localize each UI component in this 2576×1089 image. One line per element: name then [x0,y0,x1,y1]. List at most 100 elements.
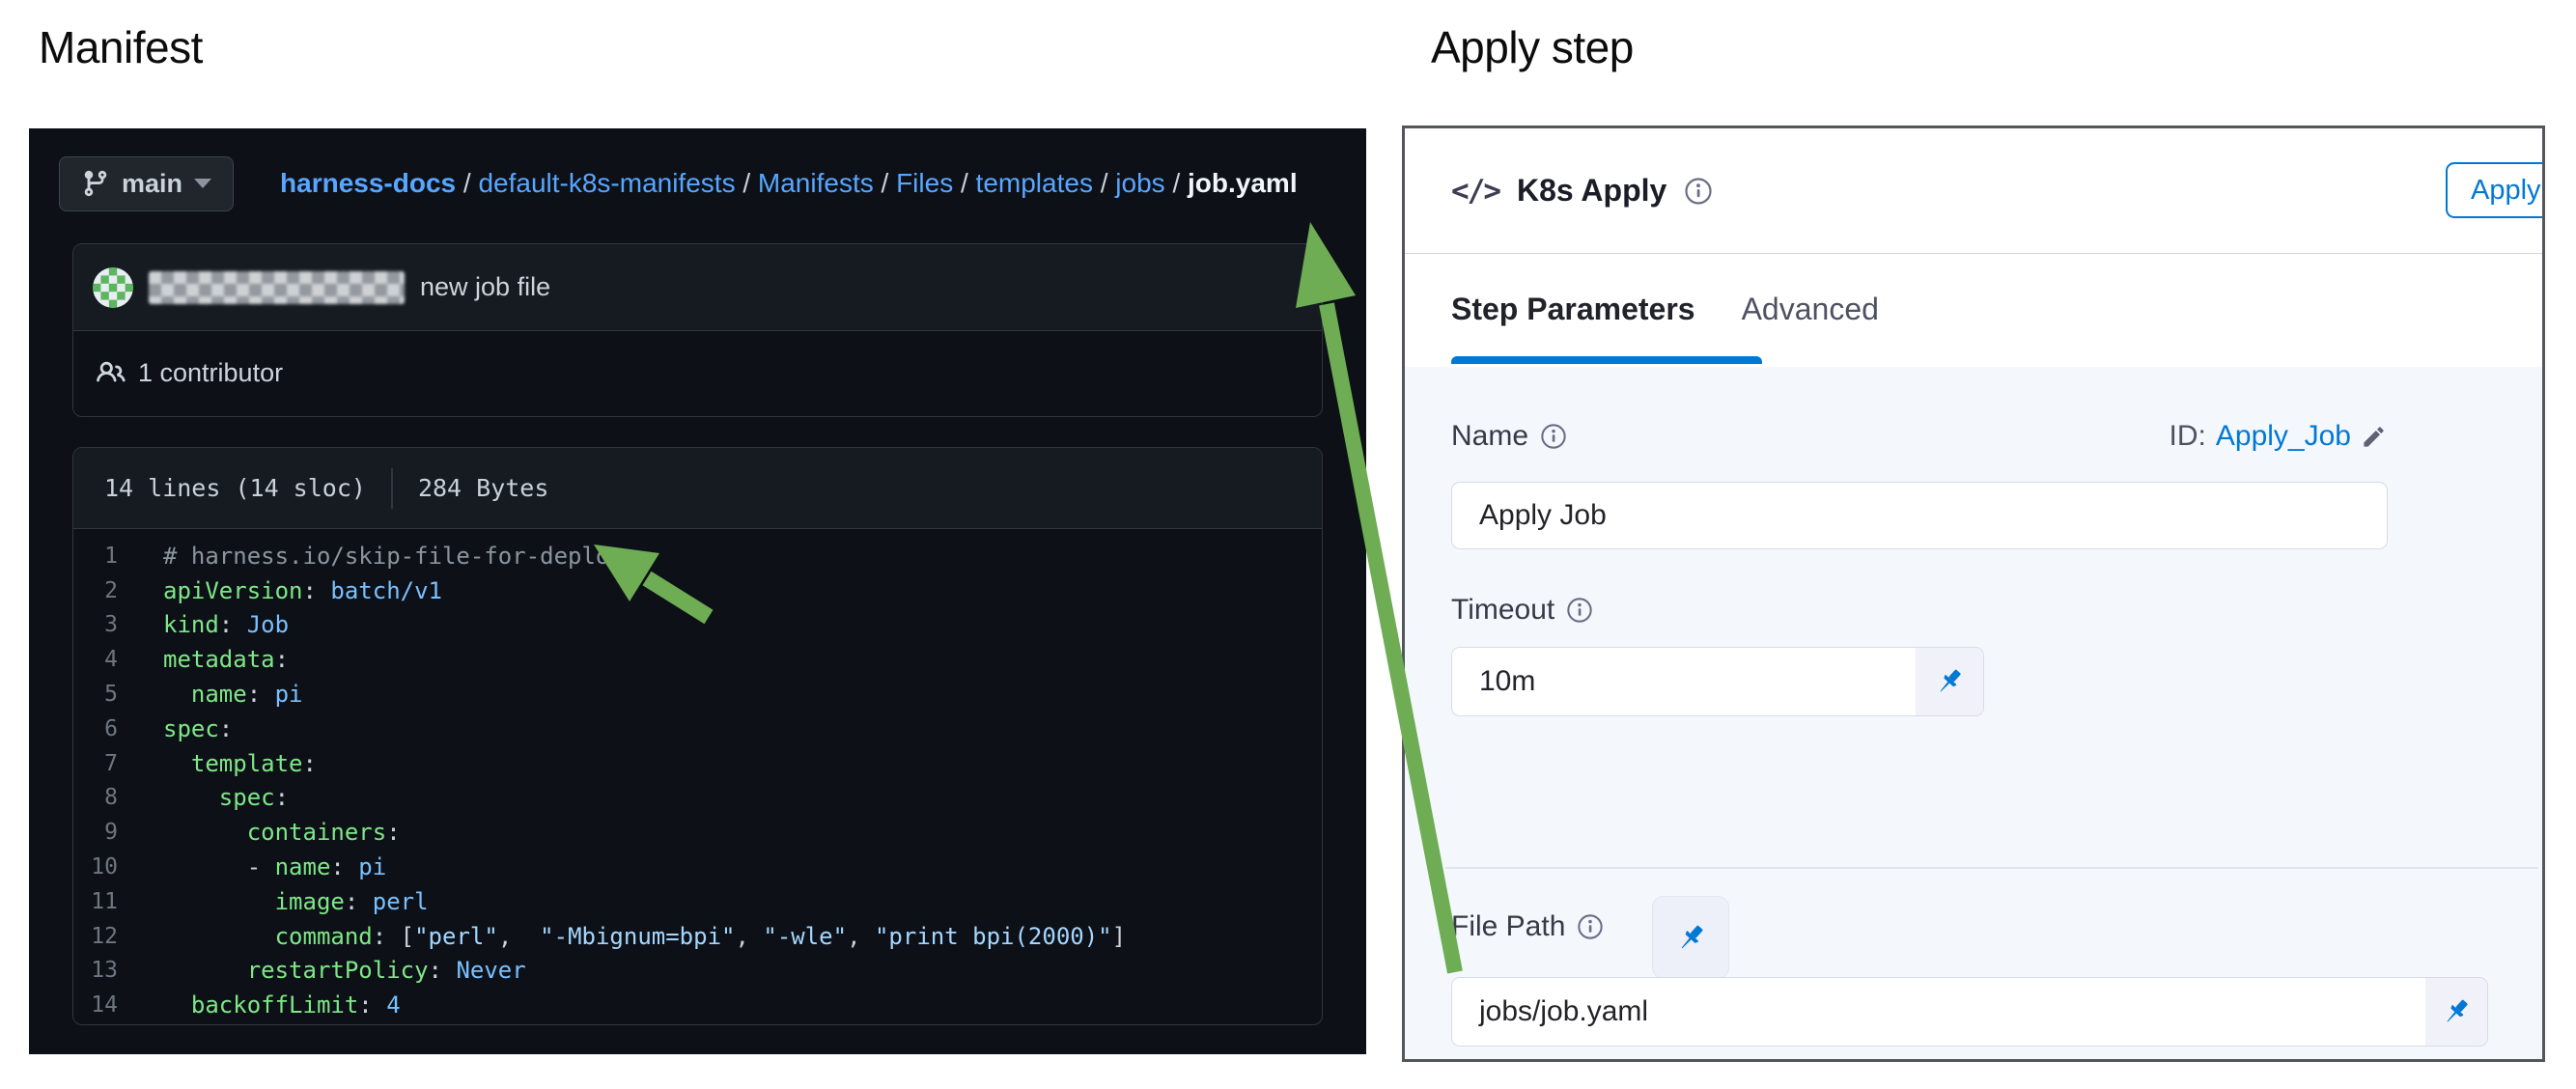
git-branch-icon [81,169,110,198]
branch-selector-button[interactable]: main [59,156,234,211]
timeout-input-group: 10m [1451,647,1984,716]
commit-message[interactable]: new job file [420,272,550,302]
code-line-text: containers: [163,819,401,846]
file-path-input[interactable]: jobs/job.yaml [1452,978,2425,1046]
breadcrumb-link[interactable]: harness-docs [280,168,456,198]
file-size-info: 284 Bytes [418,474,548,502]
active-tab-indicator [1451,356,1762,364]
apply-step-section-title: Apply step [1431,21,1634,73]
id-label: ID: [2170,420,2206,453]
code-line-text: restartPolicy: Never [163,957,526,984]
breadcrumb-separator: / [1093,168,1115,198]
file-path-input-group: jobs/job.yaml [1451,977,2488,1047]
code-line: 1 # harness.io/skip-file-for-deploy [73,539,1322,573]
code-line: 9 containers: [73,815,1322,850]
line-number[interactable]: 7 [73,751,118,776]
code-line-text: name: pi [163,681,303,708]
file-content-box: 14 lines (14 sloc) 284 Bytes 1 # harness.… [72,447,1323,1025]
line-number[interactable]: 4 [73,647,118,672]
code-line-text: backoffLimit: 4 [163,991,401,1019]
code-line-text: image: perl [163,888,429,915]
line-number[interactable]: 10 [73,854,118,880]
latest-commit-row: new job file [73,244,1322,331]
step-card-header: </> K8s Apply Apply [1405,128,2542,254]
step-id-value[interactable]: Apply_Job [2216,420,2351,453]
step-tabs: Step Parameters Advanced [1405,254,2542,364]
tab-step-parameters[interactable]: Step Parameters [1451,292,1695,327]
code-line: 14 backoffLimit: 4 [73,988,1322,1022]
breadcrumb-separator: / [953,168,975,198]
breadcrumb-link[interactable]: templates [976,168,1093,198]
file-lines-info: 14 lines (14 sloc) [104,474,366,502]
code-line: 12 command: ["perl", "-Mbignum=bpi", "-w… [73,919,1322,954]
github-topbar: main harness-docs / default-k8s-manifest… [59,154,1298,212]
info-icon[interactable] [1684,177,1713,206]
timeout-input[interactable]: 10m [1452,648,1916,715]
breadcrumb-link[interactable]: jobs [1115,168,1164,198]
pin-fixed-value-button[interactable] [1652,896,1729,979]
contributors-count[interactable]: 1 contributor [138,358,283,388]
commit-info-box: new job file 1 contributor [72,243,1323,417]
section-divider [1445,867,2538,869]
breadcrumb-separator: / [736,168,758,198]
code-line: 2 apiVersion: batch/v1 [73,573,1322,608]
contributors-row: 1 contributor [73,331,1322,414]
code-line: 5 name: pi [73,677,1322,712]
info-icon[interactable] [1577,913,1604,940]
divider [391,468,393,509]
name-field-label: Name [1451,420,1567,453]
line-number[interactable]: 8 [73,785,118,810]
code-line: 10 - name: pi [73,850,1322,884]
k8s-apply-step-panel: </> K8s Apply Apply Step Parameters Adva… [1402,126,2545,1062]
breadcrumb-link[interactable]: Files [896,168,953,198]
step-title: K8s Apply [1517,173,1666,209]
line-number[interactable]: 3 [73,612,118,637]
file-path-field-label: File Path [1451,910,1604,943]
file-stats-bar: 14 lines (14 sloc) 284 Bytes [73,448,1322,529]
code-line-text: command: ["perl", "-Mbignum=bpi", "-wle"… [163,923,1126,950]
line-number[interactable]: 5 [73,682,118,707]
manifest-section-title: Manifest [39,21,203,73]
breadcrumb-separator: / [456,168,478,198]
code-line-text: spec: [163,715,233,742]
code-line-text: # harness.io/skip-file-for-deploy [163,543,624,570]
line-number[interactable]: 2 [73,578,118,603]
line-number[interactable]: 9 [73,820,118,845]
code-step-icon: </> [1451,174,1499,209]
line-number[interactable]: 14 [73,992,118,1018]
breadcrumb-link[interactable]: Manifests [758,168,874,198]
code-line-text: metadata: [163,646,289,673]
line-number[interactable]: 1 [73,544,118,569]
line-number[interactable]: 11 [73,889,118,914]
name-input[interactable] [1451,482,2388,549]
edit-pencil-icon[interactable] [2361,424,2387,450]
timeout-field-label: Timeout [1451,594,1593,627]
avatar[interactable] [93,267,133,308]
code-line: 3kind: Job [73,608,1322,643]
breadcrumb-link[interactable]: default-k8s-manifests [478,168,735,198]
pin-fixed-value-icon[interactable] [2425,978,2487,1046]
github-file-viewer-panel: main harness-docs / default-k8s-manifest… [29,128,1366,1054]
tab-advanced[interactable]: Advanced [1742,292,1879,327]
code-viewer: 1 # harness.io/skip-file-for-deploy 2 apiVe… [73,529,1322,1022]
line-number[interactable]: 13 [73,958,118,983]
commit-author-redacted [149,271,405,304]
code-line: 4 metadata: [73,642,1322,677]
line-number[interactable]: 6 [73,716,118,741]
step-parameters-form: Name ID: Apply_Job Timeout 10m [1405,367,2542,1059]
breadcrumb: harness-docs / default-k8s-manifests / M… [280,168,1298,199]
code-line-text: apiVersion: batch/v1 [163,577,442,604]
code-line: 8 spec: [73,781,1322,816]
breadcrumb-current-file: job.yaml [1188,168,1298,198]
code-line-text: template: [163,750,317,777]
code-line: 7 template: [73,746,1322,781]
line-number[interactable]: 12 [73,924,118,949]
pin-fixed-value-icon[interactable] [1916,648,1983,715]
info-icon[interactable] [1566,597,1593,624]
code-line: 11 image: perl [73,884,1322,919]
code-line: 6 spec: [73,712,1322,746]
code-line-text: - name: pi [163,853,386,880]
info-icon[interactable] [1540,423,1567,450]
people-icon [97,358,126,387]
apply-changes-button[interactable]: Apply [2446,162,2545,218]
